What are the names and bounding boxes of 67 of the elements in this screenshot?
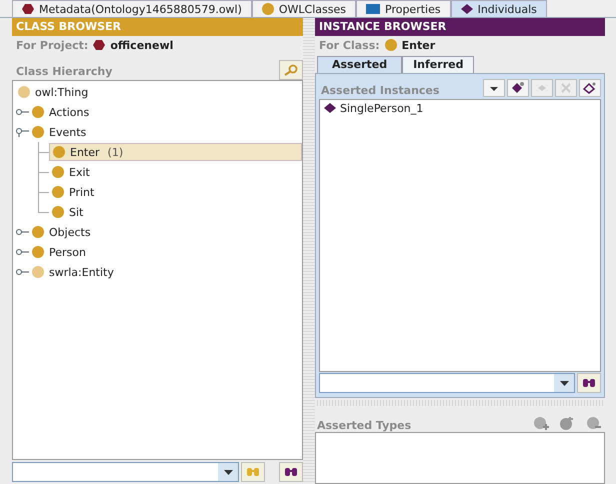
edit-instance-button[interactable] <box>579 79 601 97</box>
instance-item[interactable]: SinglePerson_1 <box>320 100 600 116</box>
collapsed-handle-icon <box>15 247 29 257</box>
types-label: Asserted Types <box>317 419 412 432</box>
circle-icon <box>32 266 44 278</box>
menu-button[interactable] <box>483 79 505 97</box>
tab[interactable]: Metadata(Ontology1465880579.owl) <box>12 0 252 17</box>
collapsed-handle-icon <box>15 267 29 277</box>
collapsed-handle-icon <box>15 107 29 117</box>
add-type-icon <box>533 416 549 430</box>
dropdown-arrow-icon <box>560 380 568 386</box>
circle-icon <box>262 3 274 15</box>
class-node[interactable]: Exit <box>49 164 93 180</box>
create-type-icon <box>559 416 575 430</box>
class-node[interactable]: Sit <box>49 204 86 220</box>
create-instance-button[interactable] <box>507 79 529 97</box>
binoculars-icon <box>246 467 260 477</box>
dropdown-arrow-icon <box>224 470 232 474</box>
diamond-icon <box>460 4 473 14</box>
class-node[interactable]: Actions <box>29 104 92 120</box>
circle-icon <box>18 86 30 98</box>
remove-type-icon <box>585 416 601 430</box>
hexagon-icon <box>22 4 34 14</box>
tab[interactable]: Properties <box>356 0 451 17</box>
class-node[interactable]: owl:Thing <box>15 84 92 100</box>
class-label: For Class: <box>319 38 380 52</box>
class-name: Enter <box>402 38 436 52</box>
circle-icon <box>32 126 44 138</box>
tab[interactable]: OWLClasses <box>252 0 356 17</box>
binoculars-icon <box>582 378 596 388</box>
find-button[interactable] <box>577 373 601 393</box>
instances-label: Asserted Instances <box>321 84 440 97</box>
find-class-button[interactable] <box>279 60 303 80</box>
project-name: officenewl <box>110 38 174 52</box>
collapsed-handle-icon <box>15 227 29 237</box>
hierarchy-label: Class Hierarchy <box>16 65 112 80</box>
tab[interactable]: Inferred <box>402 56 474 73</box>
class-node[interactable]: swrla:Entity <box>29 264 117 280</box>
binoculars-icon <box>284 467 298 477</box>
delete-icon <box>559 82 573 94</box>
create-instance-icon <box>511 82 525 94</box>
circle-icon <box>52 186 64 198</box>
class-node[interactable]: Objects <box>29 224 94 240</box>
square-icon <box>366 4 380 14</box>
circle-icon <box>32 226 44 238</box>
circle-icon <box>52 166 64 178</box>
circle-icon <box>384 39 397 51</box>
find-instance-button[interactable] <box>279 462 303 482</box>
project-label: For Project: <box>16 38 88 52</box>
tab[interactable]: Asserted <box>317 56 402 73</box>
class-node[interactable]: Events <box>29 124 90 140</box>
expanded-handle-icon <box>15 127 29 137</box>
search-field[interactable] <box>319 373 575 393</box>
search-field[interactable] <box>12 462 239 482</box>
circle-icon <box>52 206 64 218</box>
class-node[interactable]: Print <box>49 184 98 200</box>
circle-icon <box>53 146 65 158</box>
tab[interactable]: Individuals <box>450 0 547 17</box>
class-node[interactable]: Enter (1) <box>49 143 302 161</box>
diamond-icon <box>324 103 336 113</box>
panel-title: INSTANCE BROWSER <box>315 18 605 36</box>
circle-icon <box>32 246 44 258</box>
hexagon-icon <box>93 40 106 50</box>
circle-icon <box>32 106 44 118</box>
edit-instance-icon <box>583 82 597 94</box>
panel-title: CLASS BROWSER <box>12 18 303 36</box>
class-node[interactable]: Person <box>29 244 89 260</box>
